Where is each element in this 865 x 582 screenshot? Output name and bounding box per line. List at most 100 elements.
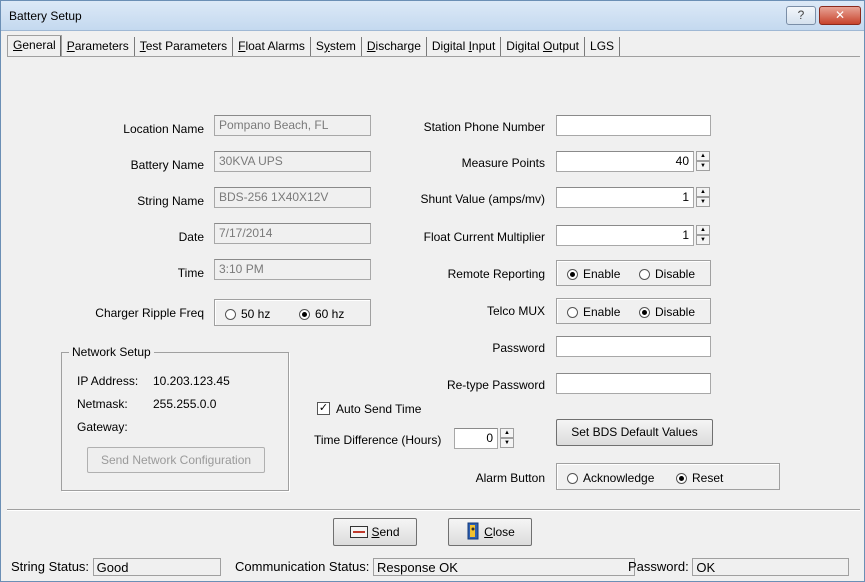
tab-discharge[interactable]: Discharge [362,37,427,57]
telco-mux-group: Enable Disable [556,298,711,324]
spin-down-icon[interactable]: ▼ [696,161,710,171]
float-multiplier-label: Float Current Multiplier [423,230,545,244]
communication-status-label: Communication Status: [235,559,370,574]
retype-password-field[interactable] [556,373,711,394]
alarm-reset-option[interactable]: Reset [676,471,723,485]
retype-password-label: Re-type Password [446,378,545,392]
measure-points-spinner[interactable]: ▲ ▼ [696,151,710,172]
string-status-value: Good [92,558,221,576]
shunt-value-label: Shunt Value (amps/mv) [420,192,546,206]
spin-up-icon[interactable]: ▲ [696,187,710,197]
remote-enable-option[interactable]: Enable [567,267,620,281]
shunt-value-spinner[interactable]: ▲ ▼ [696,187,710,208]
tab-digital-input[interactable]: Digital Input [427,37,502,57]
password-field[interactable] [556,336,711,357]
communication-status-value: Response OK [373,558,636,576]
time-field[interactable]: 3:10 PM [214,259,371,280]
tab-general[interactable]: General [7,35,62,57]
telco-mux-label: Telco MUX [486,304,545,318]
station-phone-label: Station Phone Number [423,120,545,134]
time-label: Time [177,266,204,280]
time-difference-label: Time Difference (Hours) [314,433,442,447]
spin-up-icon[interactable]: ▲ [500,428,514,438]
charger-ripple-label: Charger Ripple Freq [95,306,204,320]
send-button[interactable]: Send [333,518,417,546]
password-status: Password: OK [628,558,850,578]
password-label: Password [492,341,545,355]
alarm-button-label: Alarm Button [475,471,545,485]
shunt-value-field[interactable]: 1 [556,187,694,208]
auto-send-checkbox[interactable]: ✓ [317,402,330,415]
station-phone-field[interactable] [556,115,711,136]
title-bar[interactable]: Battery Setup ? ✕ [1,1,864,31]
spin-down-icon[interactable]: ▼ [696,235,710,245]
ripple-50hz-option[interactable]: 50 hz [225,307,270,321]
password-status-value: OK [692,558,850,576]
remote-reporting-group: Enable Disable [556,260,711,286]
footer-separator [7,509,860,511]
close-window-button[interactable]: ✕ [819,6,861,25]
close-button[interactable]: Close [448,518,532,546]
window-title: Battery Setup [9,9,82,23]
close-icon: ✕ [834,8,846,22]
telco-disable-option[interactable]: Disable [639,305,695,319]
tab-system[interactable]: System [311,37,362,57]
radio-icon [639,269,650,280]
float-multiplier-spinner[interactable]: ▲ ▼ [696,225,710,246]
status-bar: String Status: Good Communication Status… [7,558,860,578]
tab-digital-output[interactable]: Digital Output [501,37,586,57]
location-name-label: Location Name [123,122,204,136]
battery-name-field[interactable]: 30KVA UPS [214,151,371,172]
time-difference-spinner[interactable]: ▲ ▼ [500,428,514,449]
radio-icon [567,473,578,484]
spin-up-icon[interactable]: ▲ [696,225,710,235]
alarm-button-group: Acknowledge Reset [556,463,780,490]
remote-disable-option[interactable]: Disable [639,267,695,281]
string-status-label: String Status: [11,559,90,574]
battery-setup-window: Battery Setup ? ✕ General Parameters Tes… [0,0,865,582]
tab-strip: General Parameters Test Parameters Float… [7,35,621,57]
ip-address-value: 10.203.123.45 [153,374,230,388]
time-difference-field[interactable]: 0 [454,428,498,449]
float-multiplier-field[interactable]: 1 [556,225,694,246]
tab-divider [7,56,860,57]
spin-up-icon[interactable]: ▲ [696,151,710,161]
ripple-60hz-option[interactable]: 60 hz [299,307,344,321]
radio-selected-icon [299,309,310,320]
help-button[interactable]: ? [786,6,816,25]
radio-selected-icon [567,269,578,280]
set-default-values-button[interactable]: Set BDS Default Values [556,419,713,446]
remote-reporting-label: Remote Reporting [447,267,545,281]
spin-down-icon[interactable]: ▼ [500,438,514,448]
communication-status: Communication Status: Response OK [235,558,636,578]
measure-points-field[interactable]: 40 [556,151,694,172]
password-status-label: Password: [628,559,689,574]
telco-enable-option[interactable]: Enable [567,305,620,319]
charger-ripple-group: 50 hz 60 hz [214,299,371,326]
string-status: String Status: Good [11,558,221,578]
location-name-field[interactable]: Pompano Beach, FL [214,115,371,136]
gateway-label: Gateway: [77,420,128,434]
radio-selected-icon [676,473,687,484]
measure-points-label: Measure Points [461,156,545,170]
spin-down-icon[interactable]: ▼ [696,197,710,207]
netmask-label: Netmask: [77,397,128,411]
ip-address-label: IP Address: [77,374,139,388]
envelope-icon [350,526,369,538]
tab-parameters[interactable]: Parameters [62,37,135,57]
tab-test-parameters[interactable]: Test Parameters [135,37,234,57]
date-field[interactable]: 7/17/2014 [214,223,371,244]
radio-selected-icon [639,307,650,318]
netmask-value: 255.255.0.0 [153,397,217,411]
send-network-config-button[interactable]: Send Network Configuration [87,447,265,473]
battery-name-label: Battery Name [130,158,204,172]
auto-send-label: Auto Send Time [336,402,422,416]
radio-icon [567,307,578,318]
string-name-field[interactable]: BDS-256 1X40X12V [214,187,371,208]
alarm-acknowledge-option[interactable]: Acknowledge [567,471,654,485]
tab-float-alarms[interactable]: Float Alarms [233,37,311,57]
exit-door-icon [467,522,479,540]
network-setup-title: Network Setup [69,345,154,359]
tab-lgs[interactable]: LGS [585,37,621,57]
string-name-label: String Name [137,194,204,208]
